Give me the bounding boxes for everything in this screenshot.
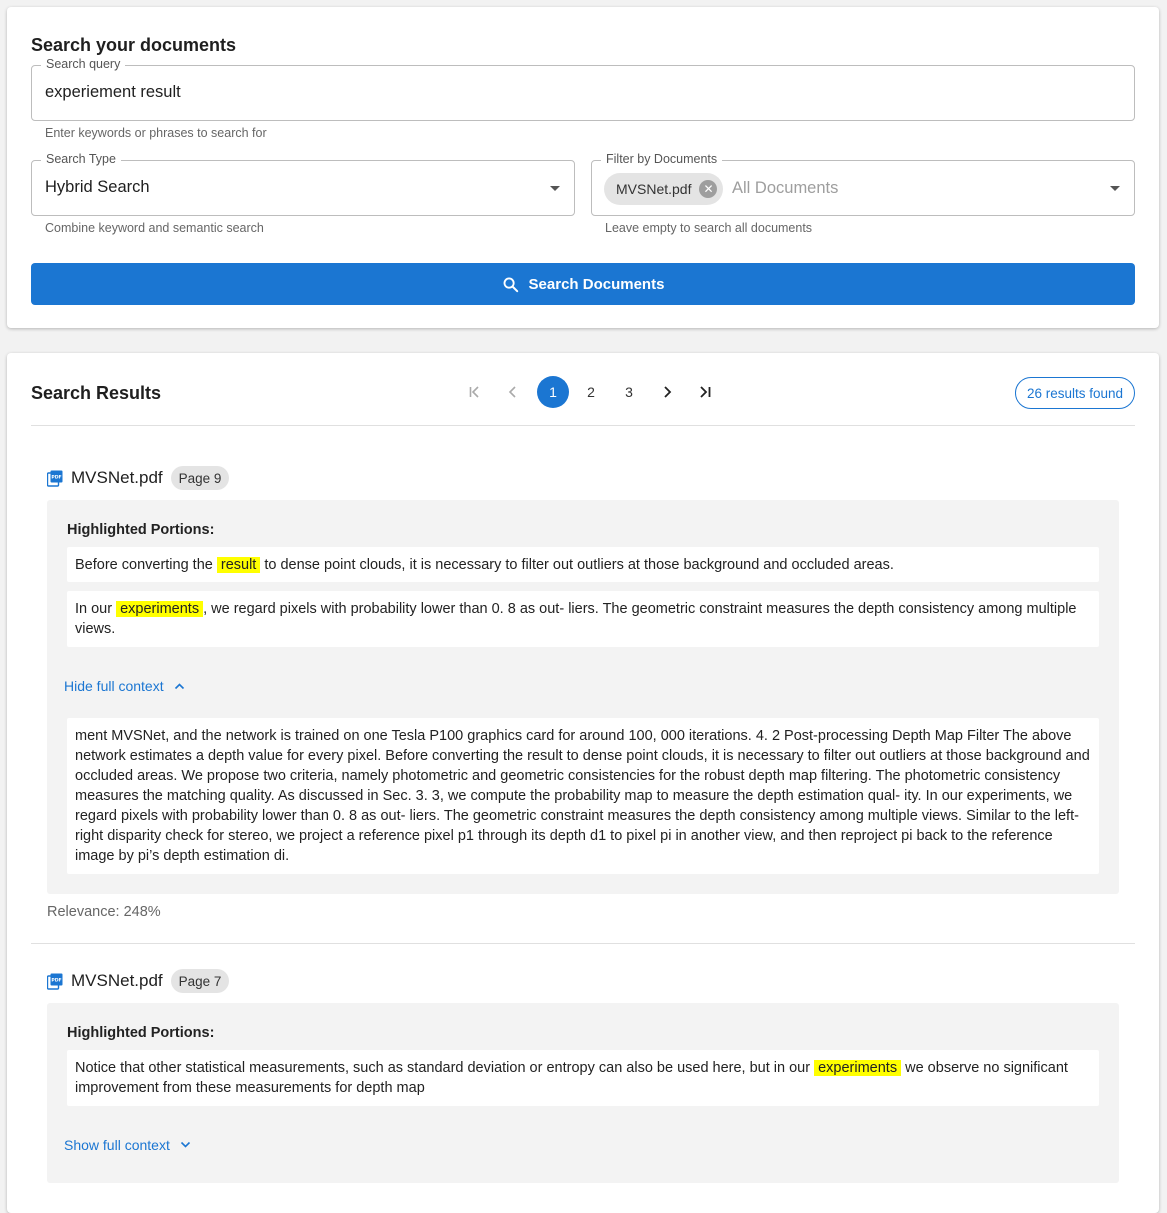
chevron-down-icon — [180, 1141, 190, 1148]
svg-text:PDF: PDF — [51, 474, 61, 480]
search-type-select[interactable]: Search Type Hybrid Search — [31, 152, 575, 216]
snippet-text: to dense point clouds, it is necessary t… — [260, 557, 894, 573]
search-query-input[interactable]: experiement result — [45, 83, 181, 102]
results-panel: Search Results 1 2 3 26 results found PD… — [7, 353, 1159, 1213]
search-type-helper: Combine keyword and semantic search — [45, 221, 264, 235]
show-context-button[interactable]: Show full context — [64, 1137, 191, 1153]
show-context-label: Show full context — [64, 1137, 170, 1153]
page-button-1[interactable]: 1 — [537, 376, 569, 408]
header-divider — [31, 425, 1135, 426]
search-documents-label: Search Documents — [528, 275, 665, 293]
chevron-down-icon[interactable] — [550, 186, 560, 191]
search-panel-title: Search your documents — [31, 35, 237, 55]
match-highlight: experiments — [116, 601, 204, 617]
svg-text:PDF: PDF — [51, 977, 61, 983]
match-highlight: experiments — [814, 1060, 902, 1076]
snippet-text: Before converting the — [75, 557, 217, 573]
results-count-badge: 26 results found — [1014, 377, 1135, 409]
snippet-text: Notice that other statistical measuremen… — [75, 1060, 815, 1076]
document-filter-helper: Leave empty to search all documents — [605, 221, 813, 235]
close-circle-icon[interactable]: ✕ — [699, 180, 718, 198]
document-filter-placeholder[interactable]: All Documents — [732, 179, 838, 198]
hide-context-label: Hide full context — [64, 678, 164, 694]
full-context-text: ment MVSNet, and the network is trained … — [67, 718, 1099, 874]
search-documents-button[interactable]: Search Documents — [31, 263, 1135, 305]
result-body: Highlighted Portions: Notice that other … — [47, 1003, 1119, 1183]
snippet-text: In our — [75, 601, 117, 617]
page-chip: Page 7 — [170, 969, 230, 993]
match-highlight: result — [216, 557, 261, 573]
document-filter-select[interactable]: Filter by Documents MVSNet.pdf ✕ All Doc… — [591, 152, 1135, 216]
result-header: PDF MVSNet.pdf Page 7 — [46, 969, 230, 993]
result-file-name[interactable]: MVSNet.pdf — [71, 971, 163, 991]
highlighted-portions-label: Highlighted Portions: — [67, 522, 215, 538]
search-panel: Search your documents Search query exper… — [7, 7, 1159, 328]
highlight-snippet: In our experiments, we regard pixels wit… — [67, 591, 1099, 647]
result-body: Highlighted Portions: Before converting … — [47, 500, 1119, 894]
chevron-up-icon — [174, 683, 184, 690]
highlighted-portions-label: Highlighted Portions: — [67, 1025, 215, 1041]
search-icon — [503, 277, 518, 292]
search-query-helper: Enter keywords or phrases to search for — [45, 126, 267, 140]
document-filter-label: Filter by Documents — [601, 152, 723, 166]
next-page-icon[interactable] — [651, 376, 683, 408]
search-type-label: Search Type — [41, 152, 121, 166]
page-button-3[interactable]: 3 — [613, 376, 645, 408]
document-chip-label: MVSNet.pdf — [616, 181, 692, 197]
page-button-2[interactable]: 2 — [575, 376, 607, 408]
hide-context-button[interactable]: Hide full context — [64, 678, 185, 694]
page-chip: Page 9 — [170, 466, 230, 490]
snippet-text: , we regard pixels with probability lowe… — [75, 601, 1077, 637]
document-chip[interactable]: MVSNet.pdf ✕ — [604, 173, 724, 205]
search-type-value: Hybrid Search — [45, 178, 150, 196]
chevron-down-icon[interactable] — [1110, 186, 1120, 191]
search-query-field[interactable]: Search query experiement result — [31, 57, 1135, 121]
result-header: PDF MVSNet.pdf Page 9 — [46, 466, 230, 490]
first-page-icon[interactable] — [459, 376, 491, 408]
search-query-label: Search query — [41, 57, 126, 71]
pdf-file-icon: PDF — [46, 470, 63, 487]
highlight-snippet: Before converting the result to dense po… — [67, 547, 1099, 582]
last-page-icon[interactable] — [689, 376, 721, 408]
result-divider — [31, 943, 1135, 944]
relevance-score: Relevance: 248% — [47, 904, 161, 920]
pdf-file-icon: PDF — [46, 973, 63, 990]
previous-page-icon[interactable] — [497, 376, 529, 408]
results-title: Search Results — [31, 383, 162, 403]
highlight-snippet: Notice that other statistical measuremen… — [67, 1050, 1099, 1106]
result-file-name[interactable]: MVSNet.pdf — [71, 468, 163, 488]
